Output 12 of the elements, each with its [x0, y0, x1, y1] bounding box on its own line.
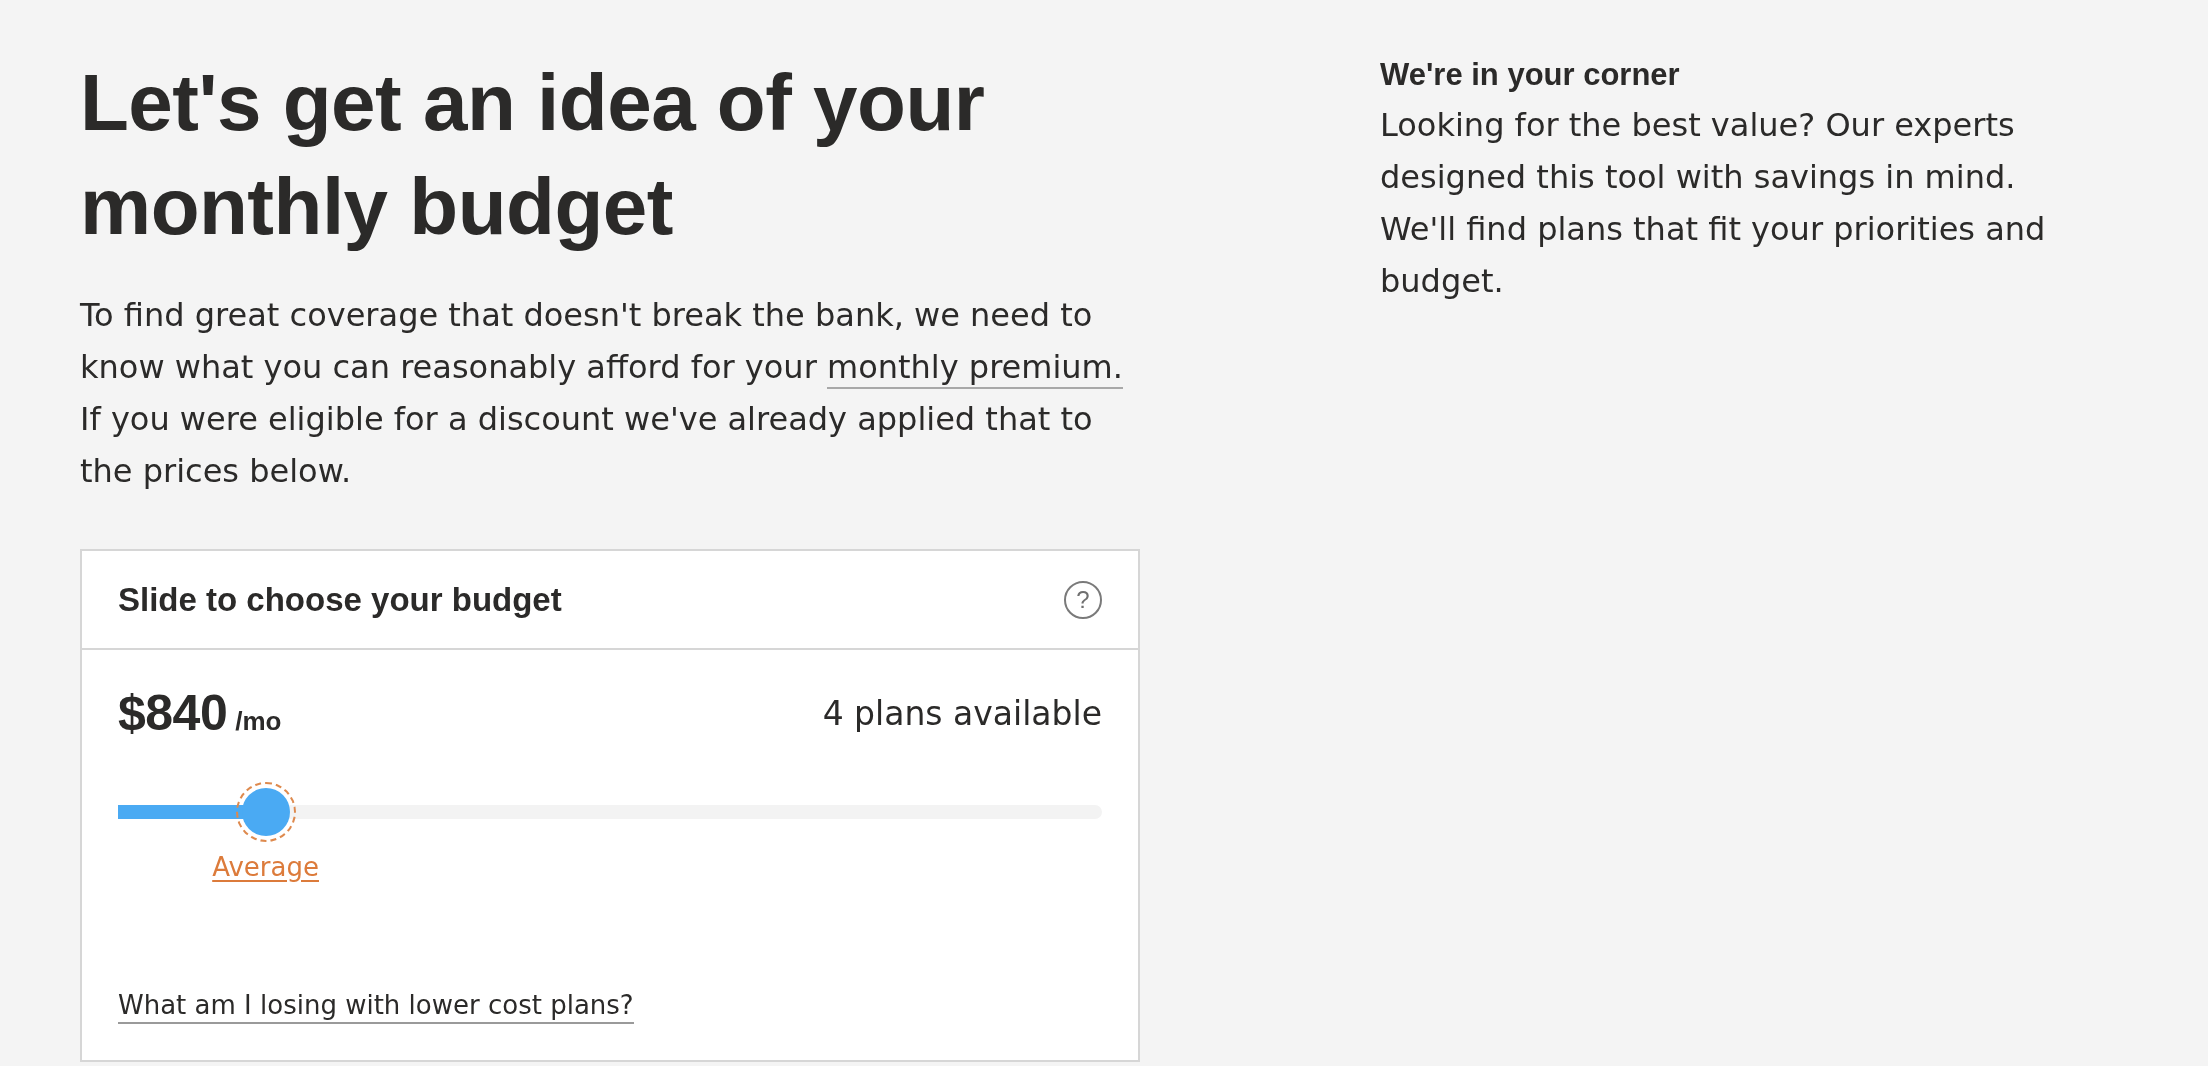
aside-text: Looking for the best value? Our experts designed this tool with savings in mind. We'll find plans that fit your priorities and budget. — [1380, 105, 2047, 302]
intro-paragraph: To find great coverage that doesn't break the bank, we need to know what you can reasonably afford for your monthly premium. If you were eligible for a discount we've already applied that to the prices below. — [80, 295, 1124, 492]
aside-title: We're in your corner — [1380, 56, 1681, 94]
lower-cost-plans-link[interactable]: What am I losing with lower cost plans? — [118, 990, 634, 1024]
price-amount: $840 — [118, 684, 228, 742]
card-title: Slide to choose your budget — [118, 580, 562, 619]
budget-slider[interactable] — [118, 782, 1102, 842]
price-unit: /mo — [235, 706, 282, 737]
monthly-premium-link[interactable]: monthly premium. — [826, 348, 1123, 389]
page-heading: Let's get an idea of your monthly budget — [80, 57, 986, 253]
plans-count: 4 plans available — [822, 693, 1102, 733]
help-button[interactable]: ? — [1064, 580, 1102, 619]
